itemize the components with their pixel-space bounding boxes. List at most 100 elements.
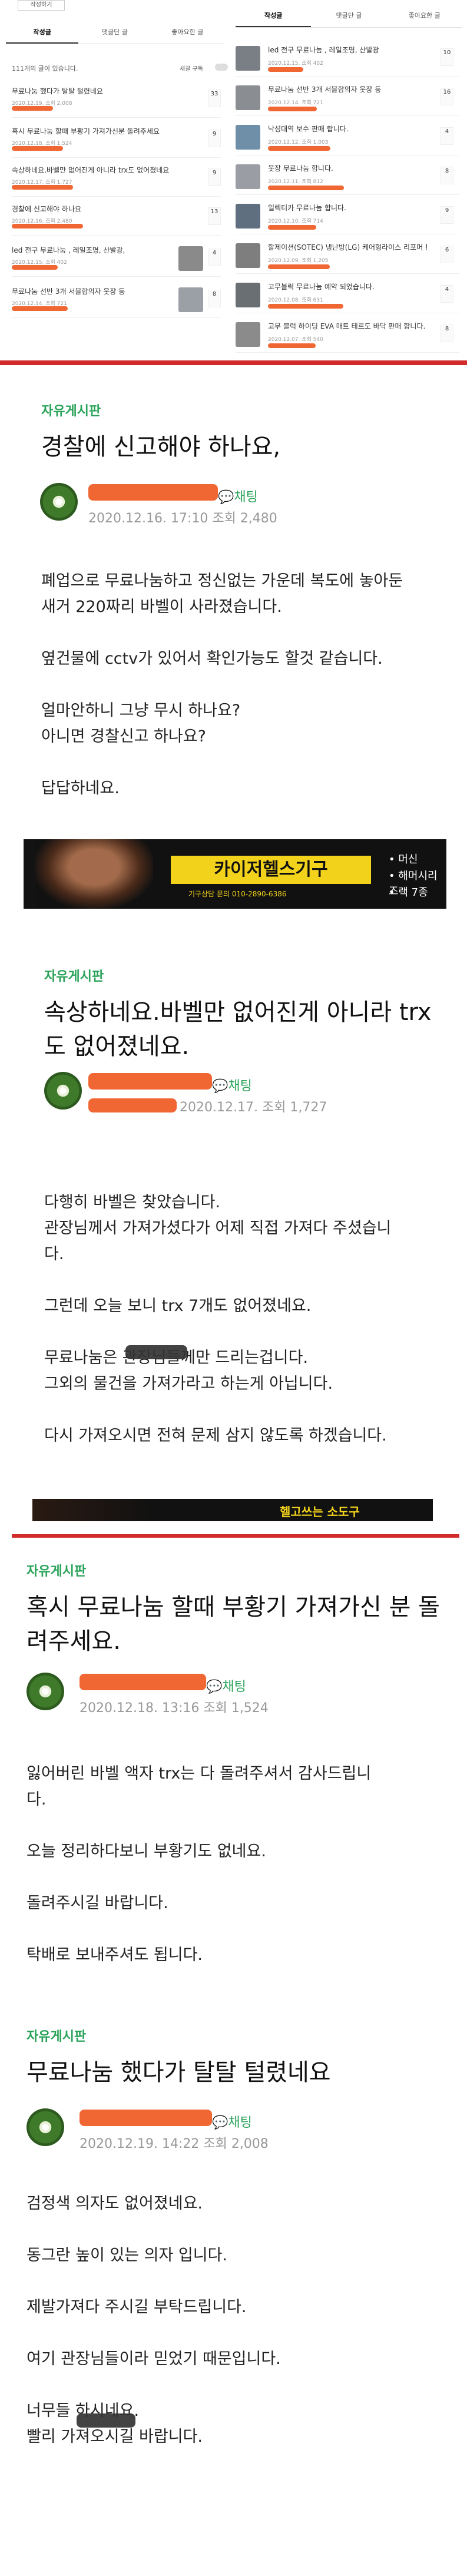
body-line: 제발가져다 주시길 부탁드립니다. — [27, 2298, 247, 2316]
tab-right-my-posts[interactable]: 작성글 — [236, 5, 312, 27]
list-item[interactable]: 고무 블럭 하이딩 EVA 매트 테르도 바닥 판매 합니다. 2020.12.0… — [236, 317, 459, 353]
comment-count-badge[interactable]: 8 — [208, 290, 221, 307]
list-item[interactable]: 할제이션(SOTEC) 냉난방(LG) 케어형라이스 리포머 판매 합니다. 20… — [236, 239, 459, 274]
body-line — [41, 672, 448, 698]
body-line — [27, 2320, 451, 2346]
post2-chat-link[interactable]: 💬채팅 — [212, 1075, 252, 1094]
write-button[interactable]: 작성하기 — [18, 0, 65, 11]
comment-count-badge[interactable]: 16 — [440, 88, 453, 105]
chat-icon: 💬 — [212, 2115, 228, 2130]
comment-count-badge[interactable]: 9 — [440, 206, 453, 224]
banner-ad-2[interactable]: 헬고쓰는 소도구 — [32, 1499, 433, 1521]
post4-chat-link[interactable]: 💬채팅 — [212, 2112, 252, 2131]
post2-board-link[interactable]: 자유게시판 — [44, 966, 104, 985]
list-item[interactable]: 무료나눔 선반 3개 서블합의자 웃장 등 2020.12.14. 조회 721 8 — [12, 283, 221, 318]
list-item-title[interactable]: 속상하네요.바벨만 없어진게 아니라 trx도 없어졌네요 — [12, 165, 188, 175]
post-count-label: 111개의 글이 있습니다. — [12, 65, 78, 72]
list-item[interactable]: led 전구 무료나눔 , 레일조명, 산발광 2020.12.15. 조회 40… — [236, 41, 459, 77]
post2-date-redacted — [88, 1098, 177, 1112]
post2-meta: 2020.12.17. 조회 1,727 — [180, 1100, 327, 1115]
list-item[interactable]: 웃장 무료나눔 합니다. 2020.12.11. 조회 812 8 — [236, 160, 459, 195]
banner-title-box: 카이저헬스기구 — [171, 856, 371, 884]
post3-board-link[interactable]: 자유게시판 — [27, 1561, 86, 1580]
list-item-redacted — [268, 304, 343, 309]
post1-chat-link[interactable]: 💬채팅 — [218, 486, 258, 505]
comment-count-badge[interactable]: 4 — [440, 285, 453, 303]
comment-count-badge[interactable]: 4 — [440, 127, 453, 145]
subscribe-toggle[interactable] — [215, 64, 228, 71]
post4-avatar[interactable] — [27, 2108, 64, 2146]
list-item[interactable]: 무료나눔 선반 3개 서블합의자 웃장 등 2020.12.14. 조회 721 1… — [236, 81, 459, 116]
tab-my-comments[interactable]: 댓글단 글 — [78, 21, 151, 44]
list-item-title[interactable]: 일렉티카 무료나눔 합니다. — [268, 203, 427, 213]
body-line: 탁배로 보내주셔도 됩니다. — [27, 1946, 203, 1964]
list-item-title[interactable]: 웃장 무료나눔 합니다. — [268, 163, 427, 173]
list-item-title[interactable]: 낙성대역 보수 판매 합니다. — [268, 124, 427, 134]
list-item[interactable]: 속상하네요.바벨만 없어진게 아니라 trx도 없어졌네요 2020.12.17.… — [12, 161, 221, 197]
right-tabs: 작성글 댓글단 글 좋아요한 글 — [236, 5, 462, 28]
list-item-title[interactable]: 무료나눔 선반 3개 서블합의자 웃장 등 — [12, 286, 188, 296]
post-thumbnail[interactable] — [236, 164, 260, 189]
body-line — [44, 1267, 439, 1293]
body-line — [27, 2269, 451, 2294]
tab-right-my-comments[interactable]: 댓글단 글 — [311, 5, 386, 27]
list-item[interactable]: 무료나눔 했다가 탈탈 털렸네요 2020.12.19. 조회 2,008 33 — [12, 82, 221, 118]
list-item-title[interactable]: led 전구 무료나눔 , 레일조명, 산발광 — [268, 45, 427, 55]
comment-count-badge[interactable]: 6 — [440, 246, 453, 263]
post-thumbnail[interactable] — [236, 125, 260, 150]
list-item-title[interactable]: 경찰에 신고해야 하나요 — [12, 204, 188, 214]
comment-count-badge[interactable]: 13 — [208, 207, 221, 225]
list-item-title[interactable]: 무료나눔 했다가 탈탈 털렸네요 — [12, 86, 188, 96]
list-item-title[interactable]: 고무 블럭 하이딩 EVA 매트 테르도 바닥 판매 합니다. — [268, 321, 427, 331]
post3-chat-link[interactable]: 💬채팅 — [206, 1676, 246, 1695]
body-line: 오늘 정리하다보니 부황기도 없네요. — [27, 1842, 266, 1860]
tab-right-liked[interactable]: 좋아요한 글 — [387, 5, 462, 27]
chat-label: 채팅 — [228, 2115, 252, 2130]
post4-body-redacted — [77, 2413, 135, 2428]
tab-liked[interactable]: 좋아요한 글 — [151, 21, 224, 44]
comment-count-badge[interactable]: 10 — [440, 48, 453, 66]
body-line: 관장님께서 가져가셨다가 어제 직접 가져다 주셨습니 — [44, 1219, 392, 1237]
comment-count-badge[interactable]: 33 — [208, 90, 221, 107]
list-item[interactable]: 혹시 무료나눔 할때 부황기 가져가신분 돌려주세요 2020.12.18. 조회… — [12, 122, 221, 158]
post-thumbnail[interactable] — [236, 283, 260, 307]
post4-author-redacted — [80, 2110, 212, 2126]
post1-avatar[interactable] — [40, 483, 78, 521]
banner-item-1: • 머신 — [389, 853, 418, 866]
post-thumbnail[interactable] — [178, 246, 203, 271]
comment-count-badge[interactable]: 9 — [208, 168, 221, 186]
post2-body-redacted — [125, 1345, 187, 1359]
post-thumbnail[interactable] — [236, 46, 260, 71]
post1-board-link[interactable]: 자유게시판 — [41, 400, 101, 419]
comment-count-badge[interactable]: 4 — [208, 249, 221, 266]
post-thumbnail[interactable] — [236, 204, 260, 229]
list-item-title[interactable]: 무료나눔 선반 3개 서블합의자 웃장 등 — [268, 84, 427, 94]
list-item-title[interactable]: 고무블럭 무료나눔 예약 되었습니다. — [268, 282, 427, 292]
post3-avatar[interactable] — [27, 1673, 64, 1710]
body-line: 무료나눔은 관장님들께만 드리는겁니다. — [44, 1349, 309, 1367]
post2-avatar[interactable] — [44, 1072, 82, 1110]
comment-count-badge[interactable]: 8 — [440, 325, 453, 342]
list-item[interactable]: 일렉티카 무료나눔 합니다. 2020.12.10. 조회 714 9 — [236, 199, 459, 234]
comment-count-badge[interactable]: 9 — [208, 130, 221, 147]
list-item[interactable]: led 전구 무료나눔 , 레일조명, 산발광, 2020.12.15. 조회 4… — [12, 241, 221, 277]
list-item-title[interactable]: 할제이션(SOTEC) 냉난방(LG) 케어형라이스 리포머 판매 합니다. — [268, 242, 427, 252]
list-item-meta: 2020.12.11. 조회 812 — [268, 179, 323, 185]
list-item[interactable]: 낙성대역 보수 판매 합니다. 2020.12.12. 조회 1,003 4 — [236, 120, 459, 155]
tab-my-posts[interactable]: 작성글 — [6, 21, 79, 44]
comment-count-badge[interactable]: 8 — [440, 167, 453, 184]
list-item-redacted — [268, 146, 330, 151]
list-item-title[interactable]: led 전구 무료나눔 , 레일조명, 산발광, — [12, 245, 188, 255]
list-item-title[interactable]: 혹시 무료나눔 할때 부황기 가져가신분 돌려주세요 — [12, 126, 188, 136]
list-item[interactable]: 경찰에 신고해야 하나요 2020.12.16. 조회 2,480 13 — [12, 200, 221, 236]
post4-board-link[interactable]: 자유게시판 — [27, 2026, 86, 2045]
list-item[interactable]: 고무블럭 무료나눔 예약 되었습니다. 2020.12.08. 조회 631 4 — [236, 278, 459, 313]
list-item-redacted — [268, 264, 330, 269]
list-item-redacted — [268, 107, 317, 111]
post-thumbnail[interactable] — [236, 322, 260, 347]
post-thumbnail[interactable] — [236, 85, 260, 110]
post-thumbnail[interactable] — [178, 287, 203, 312]
banner-ad-1[interactable]: 카이저헬스기구 기구상담 문의 010-2890-6386 • 머신 • 해머시… — [24, 839, 446, 909]
body-line: 다시 가져오시면 전혀 문제 삼지 않도록 하겠습니다. — [44, 1426, 387, 1445]
post-thumbnail[interactable] — [236, 243, 260, 268]
